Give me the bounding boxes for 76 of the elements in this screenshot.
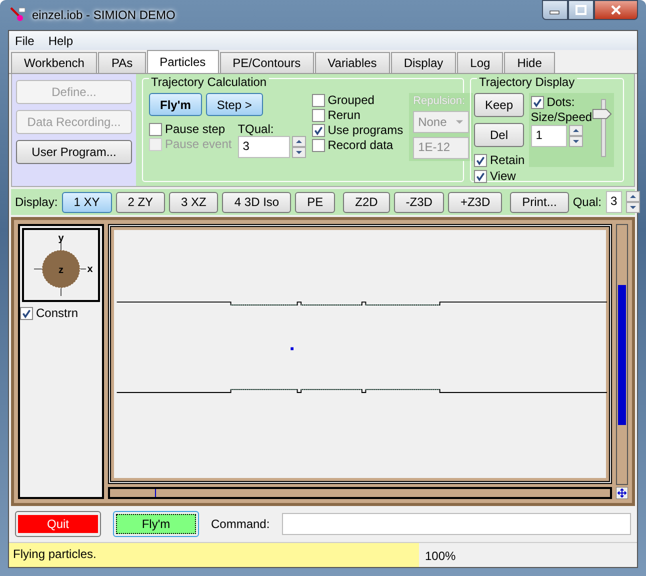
command-field[interactable] (282, 513, 631, 535)
vertical-scrollbar[interactable] (616, 224, 628, 485)
spinner-icon[interactable] (568, 125, 583, 147)
status-message: Flying particles. (9, 543, 419, 567)
view-button[interactable]: +Z3D (448, 192, 502, 212)
checkbox[interactable] (530, 96, 544, 108)
tab[interactable]: PAs (98, 52, 146, 73)
menu-item[interactable]: Help (48, 34, 74, 48)
maximize-icon (575, 5, 587, 15)
tab[interactable]: Log (457, 52, 504, 73)
maximize-button[interactable] (568, 0, 594, 20)
spinner-icon[interactable] (626, 191, 640, 213)
trajectory-button[interactable]: Del (474, 123, 524, 147)
repulsion-label: Repulsion: (413, 95, 466, 107)
view-button[interactable]: PE (295, 192, 336, 212)
tab[interactable]: Hide (504, 52, 555, 73)
checkbox-label: Constrn (36, 306, 78, 320)
run-button[interactable]: Step > (206, 93, 263, 116)
tqual-label: TQual: (238, 122, 275, 136)
minimize-button[interactable] (542, 0, 568, 20)
checkbox-label: View (490, 169, 516, 183)
checkbox-label: Record data (328, 138, 394, 152)
view-button[interactable]: 3 XZ (169, 192, 218, 212)
slider-thumb[interactable] (592, 108, 612, 120)
tab[interactable]: Display (390, 52, 456, 73)
checkbox[interactable] (20, 306, 33, 320)
app-icon (10, 7, 26, 23)
tab[interactable]: PE/Contours (220, 52, 314, 73)
side-button[interactable]: User Program... (16, 140, 132, 164)
trajectory-button[interactable]: Keep (474, 93, 524, 117)
axis-orientation-drawing: y z x (28, 232, 94, 298)
size-field[interactable]: 1 (530, 125, 567, 147)
fly-button[interactable]: Fly'm (113, 511, 199, 537)
close-button[interactable] (594, 0, 638, 20)
move-icon[interactable] (616, 487, 628, 499)
progress-percent: 100% (424, 548, 457, 565)
axis-orientation-panel[interactable]: y z x (22, 228, 100, 302)
view-button[interactable]: 2 ZY (116, 192, 166, 212)
qual-label: Qual: (572, 195, 602, 209)
quit-button[interactable]: Quit (15, 511, 101, 537)
display-label: Display: (15, 195, 58, 209)
checkbox[interactable] (474, 154, 487, 166)
tqual-field[interactable]: 3 (238, 136, 290, 158)
view-button[interactable]: 4 3D Iso (222, 192, 292, 212)
group-title: Trajectory Calculation (149, 75, 269, 89)
spinner-icon[interactable] (292, 136, 306, 158)
menu-item[interactable]: File (15, 34, 34, 48)
checkbox[interactable] (474, 170, 487, 182)
run-button[interactable]: Fly'm (149, 93, 202, 116)
print-button[interactable]: Print... (510, 192, 569, 212)
qual-field[interactable]: 3 (606, 191, 622, 213)
window-title: einzel.iob - SIMION DEMO (32, 8, 176, 22)
close-icon (610, 5, 622, 15)
view-button[interactable]: Z2D (343, 192, 390, 212)
checkbox[interactable] (312, 94, 325, 106)
checkbox[interactable] (312, 124, 325, 136)
dropdown-icon (455, 119, 464, 125)
tab[interactable]: Variables (314, 52, 390, 73)
checkbox[interactable] (312, 138, 325, 152)
command-label: Command: (211, 517, 270, 531)
checkbox-label: Pause event (165, 137, 232, 151)
checkbox-label: Grouped (328, 93, 374, 107)
checkbox-label: Use programs (328, 123, 404, 137)
tab[interactable]: Particles (146, 50, 219, 73)
checkbox[interactable] (312, 108, 325, 122)
checkbox[interactable] (149, 122, 162, 136)
view-button[interactable]: 1 XY (62, 192, 112, 212)
checkbox-label: Retain (490, 153, 525, 167)
group-title: Trajectory Display (477, 75, 577, 89)
view-button[interactable]: -Z3D (394, 192, 444, 212)
checkbox-label: Rerun (328, 108, 360, 122)
size-speed-label: Size/Speed (530, 110, 592, 124)
checkbox-label: Dots: (546, 95, 575, 109)
checkbox-label: Pause step (165, 122, 226, 136)
horizontal-scrollbar[interactable] (108, 487, 612, 499)
tab[interactable]: Workbench (11, 52, 98, 73)
